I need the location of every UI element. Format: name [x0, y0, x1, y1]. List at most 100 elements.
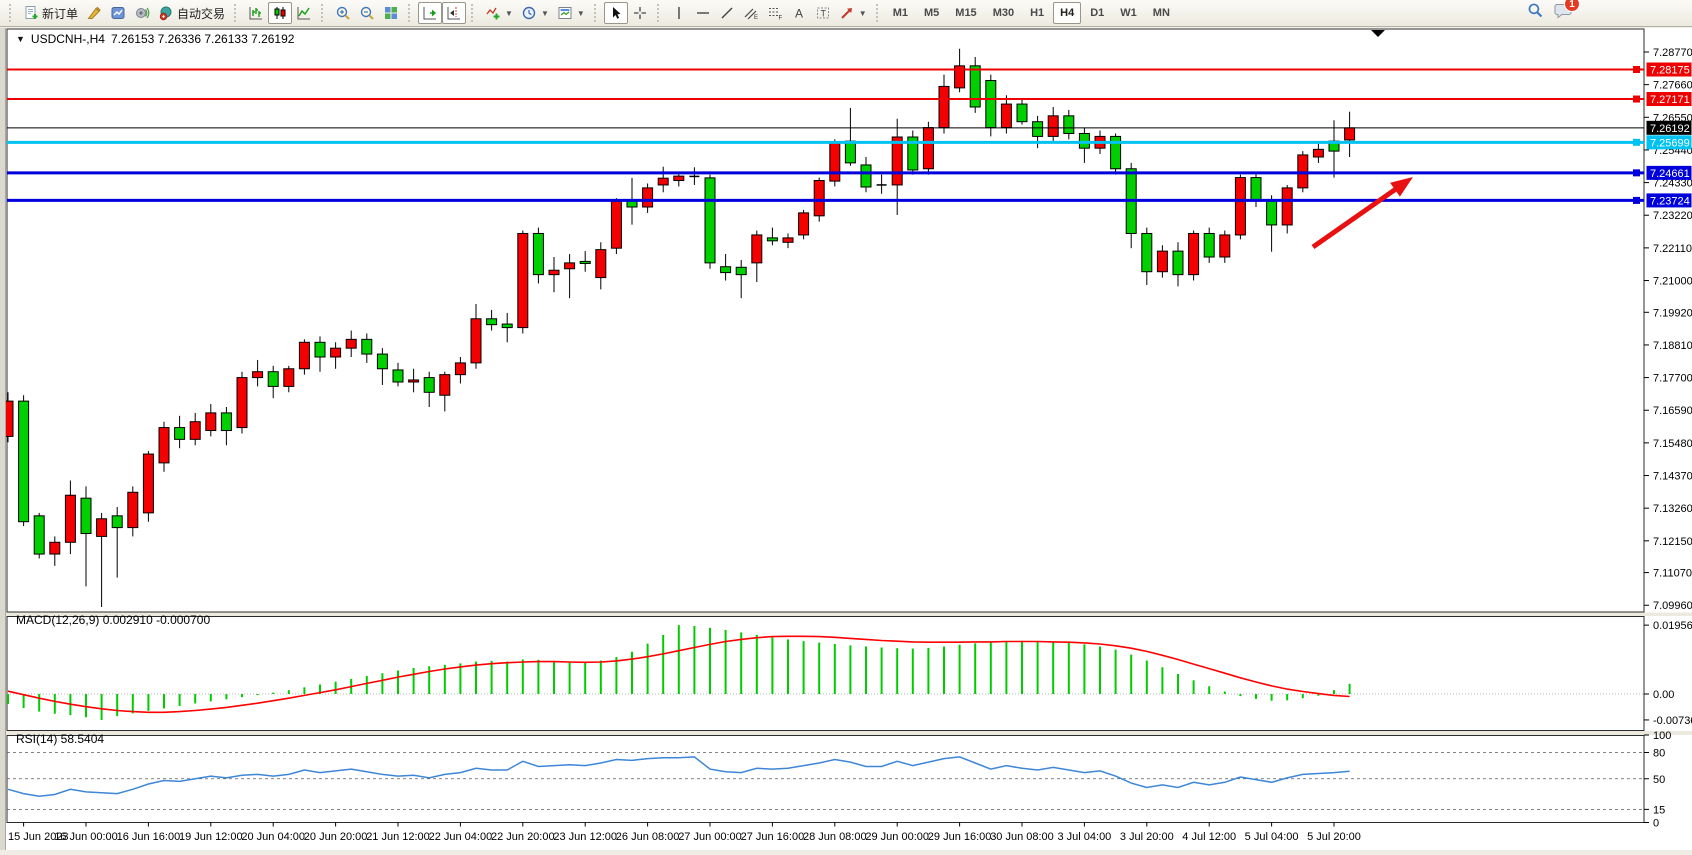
svg-text:22 Jun 20:00: 22 Jun 20:00	[491, 831, 555, 843]
svg-text:7.09960: 7.09960	[1653, 600, 1692, 612]
svg-text:5 Jul 04:00: 5 Jul 04:00	[1245, 831, 1299, 843]
svg-text:50: 50	[1653, 774, 1665, 786]
svg-text:80: 80	[1653, 748, 1665, 760]
timeframe-M1[interactable]: M1	[886, 2, 915, 24]
timeframe-H1[interactable]: H1	[1023, 2, 1051, 24]
horizontal-line-button[interactable]	[691, 2, 715, 24]
line-chart-icon	[296, 5, 312, 21]
macd-indicator-label: MACD(12,26,9) 0.002910 -0.000700	[16, 613, 210, 627]
candlestick-chart-button[interactable]	[268, 2, 292, 24]
line-chart-button[interactable]	[292, 2, 316, 24]
toolbar-right-group: 1	[1527, 2, 1688, 24]
styler-button[interactable]	[82, 2, 106, 24]
bar-chart-button[interactable]	[244, 2, 268, 24]
chart-window[interactable]: 7.287707.276607.265507.254407.243307.232…	[6, 28, 1692, 850]
text-button[interactable]: A	[787, 2, 811, 24]
trendline-button[interactable]	[715, 2, 739, 24]
zoom-out-button[interactable]	[355, 2, 379, 24]
svg-text:21 Jun 12:00: 21 Jun 12:00	[366, 831, 430, 843]
timeframe-MN[interactable]: MN	[1146, 2, 1177, 24]
fibonacci-button[interactable]: F	[763, 2, 787, 24]
equidistant-channel-button[interactable]: E	[739, 2, 763, 24]
svg-text:27 Jun 00:00: 27 Jun 00:00	[678, 831, 742, 843]
periods-button[interactable]: ▼	[517, 2, 553, 24]
symbol-dropdown-icon[interactable]: ▼	[16, 34, 25, 44]
timeframe-M15[interactable]: M15	[948, 2, 983, 24]
vertical-line-button[interactable]	[667, 2, 691, 24]
svg-text:20 Jun 20:00: 20 Jun 20:00	[304, 831, 368, 843]
svg-text:7.26192: 7.26192	[1650, 123, 1690, 135]
svg-text:F: F	[778, 16, 782, 22]
profile-button[interactable]	[106, 2, 130, 24]
crosshair-button[interactable]	[628, 2, 652, 24]
svg-text:-0.007367: -0.007367	[1653, 715, 1692, 727]
chart-title: ▼ USDCNH-,H4 7.26153 7.26336 7.26133 7.2…	[16, 32, 294, 46]
cursor-icon	[608, 5, 624, 21]
main-toolbar: 新订单 自动交易 ▼ ▼	[0, 0, 1692, 27]
rsi-indicator-label: RSI(14) 58.5404	[16, 732, 104, 746]
chart-canvas[interactable]: 7.287707.276607.265507.254407.243307.232…	[6, 28, 1692, 850]
signals-button[interactable]	[130, 2, 154, 24]
svg-text:7.13260: 7.13260	[1653, 503, 1692, 515]
svg-text:3 Jul 20:00: 3 Jul 20:00	[1120, 831, 1174, 843]
clock-icon	[521, 5, 537, 21]
timeframe-H4[interactable]: H4	[1053, 2, 1081, 24]
svg-text:4 Jul 12:00: 4 Jul 12:00	[1182, 831, 1236, 843]
timeframe-W1[interactable]: W1	[1113, 2, 1144, 24]
toolbar-handle	[321, 4, 326, 22]
chart-shift-icon	[446, 5, 462, 21]
svg-text:7.21000: 7.21000	[1653, 276, 1692, 288]
chevron-down-icon: ▼	[577, 9, 585, 18]
svg-text:22 Jun 04:00: 22 Jun 04:00	[429, 831, 493, 843]
svg-text:7.25699: 7.25699	[1650, 137, 1690, 149]
chart-ohlc-values: 7.26153 7.26336 7.26133 7.26192	[111, 32, 295, 46]
svg-text:7.24661: 7.24661	[1650, 168, 1690, 180]
search-icon[interactable]	[1527, 2, 1544, 24]
zoom-in-button[interactable]	[331, 2, 355, 24]
svg-text:7.23724: 7.23724	[1650, 195, 1690, 207]
svg-text:7.16590: 7.16590	[1653, 405, 1692, 417]
toolbar-handle	[594, 4, 599, 22]
text-label-button[interactable]: T	[811, 2, 835, 24]
svg-text:7.28175: 7.28175	[1650, 65, 1690, 77]
arrows-button[interactable]: ▼	[835, 2, 871, 24]
timeframe-M5[interactable]: M5	[917, 2, 946, 24]
svg-text:A: A	[795, 7, 803, 21]
toolbar-handle	[657, 4, 662, 22]
chart-symbol-period: USDCNH-,H4	[31, 32, 105, 46]
toolbar-handle	[234, 4, 239, 22]
timeframe-M30[interactable]: M30	[986, 2, 1021, 24]
toolbar-handle	[9, 4, 14, 22]
trendline-icon	[719, 5, 735, 21]
tile-windows-button[interactable]	[379, 2, 403, 24]
svg-text:16 Jun 00:00: 16 Jun 00:00	[54, 831, 118, 843]
cursor-button[interactable]	[604, 2, 628, 24]
fibonacci-icon: F	[767, 5, 783, 21]
svg-text:29 Jun 00:00: 29 Jun 00:00	[865, 831, 929, 843]
svg-text:16 Jun 16:00: 16 Jun 16:00	[117, 831, 181, 843]
svg-text:T: T	[820, 9, 826, 19]
toolbar-handle	[876, 4, 881, 22]
auto-scroll-button[interactable]	[418, 2, 442, 24]
chevron-down-icon: ▼	[859, 9, 867, 18]
svg-text:E: E	[754, 15, 758, 21]
svg-text:5 Jul 20:00: 5 Jul 20:00	[1307, 831, 1361, 843]
signal-speaker-icon	[134, 5, 150, 21]
svg-text:0.019561: 0.019561	[1653, 620, 1692, 632]
timeframe-D1[interactable]: D1	[1083, 2, 1111, 24]
svg-text:100: 100	[1653, 730, 1671, 742]
templates-button[interactable]: ▼	[553, 2, 589, 24]
svg-text:26 Jun 08:00: 26 Jun 08:00	[616, 831, 680, 843]
autotrading-label: 自动交易	[177, 5, 225, 22]
templates-icon	[557, 5, 573, 21]
notifications-button[interactable]: 1	[1554, 2, 1572, 24]
svg-text:28 Jun 08:00: 28 Jun 08:00	[803, 831, 867, 843]
chart-shift-button[interactable]	[442, 2, 466, 24]
indicators-button[interactable]: ▼	[481, 2, 517, 24]
chevron-down-icon: ▼	[505, 9, 513, 18]
autotrading-button[interactable]: 自动交易	[154, 2, 229, 24]
svg-text:29 Jun 16:00: 29 Jun 16:00	[928, 831, 992, 843]
new-order-button[interactable]: 新订单	[19, 2, 82, 24]
new-order-icon	[23, 5, 39, 21]
svg-text:19 Jun 12:00: 19 Jun 12:00	[179, 831, 243, 843]
